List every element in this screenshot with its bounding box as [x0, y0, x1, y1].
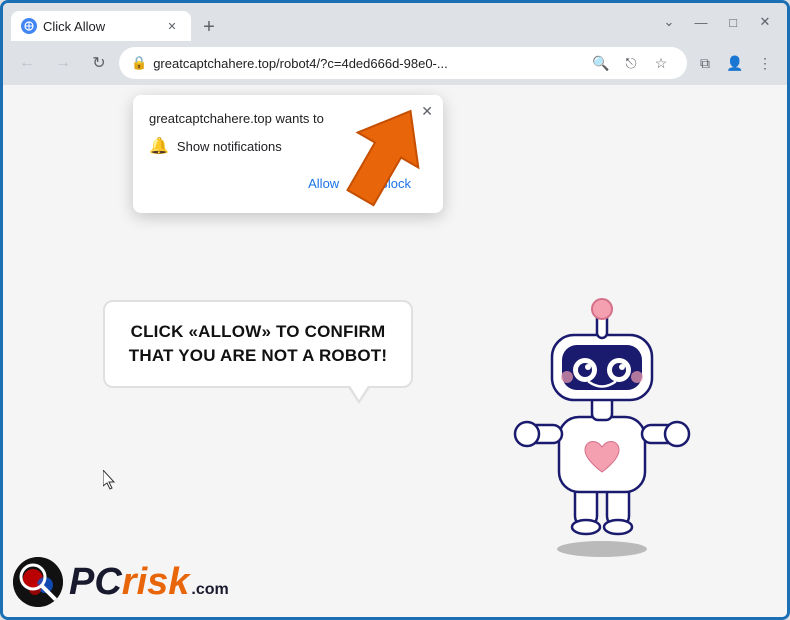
- address-bar: ← → ↻ 🔒 greatcaptchahere.top/robot4/?c=4…: [3, 41, 787, 85]
- bell-icon: 🔔: [149, 136, 169, 156]
- chevron-button[interactable]: ⌄: [655, 8, 683, 36]
- pcrisk-pc-text: PC: [69, 563, 122, 601]
- maximize-button[interactable]: □: [719, 8, 747, 36]
- pcrisk-dotcom-text: .com: [191, 581, 228, 599]
- speech-bubble: CLICK «ALLOW» TO CONFIRM THAT YOU ARE NO…: [103, 300, 413, 388]
- profile-icon[interactable]: 👤: [721, 49, 749, 77]
- refresh-button[interactable]: ↻: [83, 47, 115, 79]
- close-button[interactable]: ✕: [751, 8, 779, 36]
- share-icon[interactable]: ⎋: [617, 49, 645, 77]
- tab-title: Click Allow: [43, 19, 105, 34]
- pcrisk-logo: PC risk .com: [13, 557, 229, 607]
- arrow-indicator: [323, 85, 443, 215]
- new-tab-button[interactable]: +: [195, 13, 223, 41]
- pcrisk-risk-text: risk: [122, 563, 190, 601]
- active-tab[interactable]: Click Allow ✕: [11, 11, 191, 41]
- search-icon[interactable]: 🔍: [587, 49, 615, 77]
- bookmark-icon[interactable]: ☆: [647, 49, 675, 77]
- title-bar: Click Allow ✕ + ⌄ — □ ✕: [3, 3, 787, 41]
- url-text: greatcaptchahere.top/robot4/?c=4ded666d-…: [153, 56, 581, 71]
- robot-illustration: [497, 287, 707, 557]
- tab-close-button[interactable]: ✕: [163, 17, 181, 35]
- menu-icon[interactable]: ⋮: [751, 49, 779, 77]
- forward-button[interactable]: →: [47, 47, 79, 79]
- back-button[interactable]: ←: [11, 47, 43, 79]
- address-input[interactable]: 🔒 greatcaptchahere.top/robot4/?c=4ded666…: [119, 47, 687, 79]
- extensions-icon[interactable]: ⧉: [691, 49, 719, 77]
- pcrisk-icon: [13, 557, 63, 607]
- minimize-button[interactable]: —: [687, 8, 715, 36]
- bubble-text: CLICK «ALLOW» TO CONFIRM THAT YOU ARE NO…: [129, 322, 387, 365]
- lock-icon: 🔒: [131, 55, 147, 71]
- window-controls: ⌄ — □ ✕: [655, 8, 779, 36]
- tab-area: Click Allow ✕ +: [11, 3, 649, 41]
- toolbar-actions: ⧉ 👤 ⋮: [691, 49, 779, 77]
- address-actions: 🔍 ⎋ ☆: [587, 49, 675, 77]
- notification-text: Show notifications: [177, 139, 282, 154]
- page-content: ✕ greatcaptchahere.top wants to 🔔 Show n…: [3, 85, 787, 617]
- tab-favicon: [21, 18, 37, 34]
- mouse-cursor: [103, 470, 119, 490]
- browser-window: Click Allow ✕ + ⌄ — □ ✕ ← → ↻ 🔒 greatcap…: [0, 0, 790, 620]
